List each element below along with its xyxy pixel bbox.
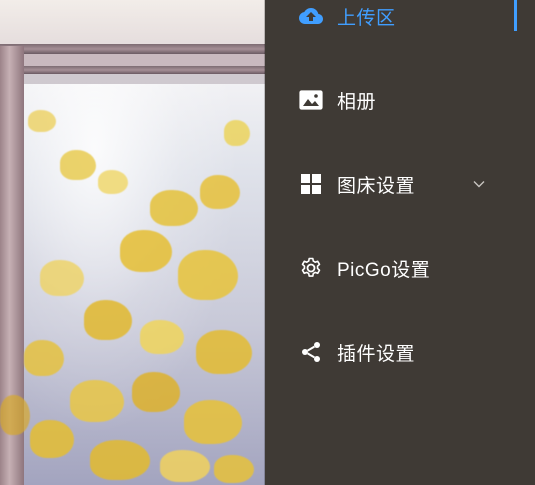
artwork-leaf (160, 450, 210, 482)
image-icon (299, 88, 323, 112)
sidebar-item-plugin-settings[interactable]: 插件设置 (265, 322, 535, 382)
artwork-leaf (120, 230, 172, 272)
artwork-leaf (24, 340, 64, 376)
artwork-leaf (140, 320, 184, 354)
sidebar-item-image-host-settings[interactable]: 图床设置 (265, 154, 535, 214)
artwork-window-beam (0, 44, 265, 54)
artwork-window-beam (0, 66, 265, 74)
artwork-leaf (132, 372, 180, 412)
artwork-leaf (84, 300, 132, 340)
artwork-sky-top (0, 0, 265, 46)
artwork-leaf (30, 420, 74, 458)
sidebar-item-label: 图床设置 (337, 175, 416, 197)
artwork-leaf (28, 110, 56, 132)
chevron-down-icon[interactable] (471, 176, 487, 192)
artwork-leaf (200, 175, 240, 209)
artwork-leaf (214, 455, 254, 483)
sidebar-menu: 上传区 相册 图床设置 PicGo设置 插件设置 (265, 0, 535, 485)
sidebar-item-upload[interactable]: 上传区 (265, 0, 535, 46)
artwork-leaf (150, 190, 198, 226)
share-icon (299, 340, 323, 364)
sidebar-item-label: 相册 (337, 91, 377, 113)
gear-icon (299, 256, 323, 280)
artwork-leaf (70, 380, 124, 422)
background-artwork (0, 0, 265, 485)
sidebar-item-gallery[interactable]: 相册 (265, 70, 535, 130)
artwork-leaf (40, 260, 84, 296)
sidebar-item-label: 上传区 (337, 7, 396, 29)
artwork-leaf (178, 250, 238, 300)
picgo-window: 上传区 相册 图床设置 PicGo设置 插件设置 (0, 0, 535, 485)
active-indicator (514, 0, 517, 31)
grid-icon (299, 172, 323, 196)
artwork-leaf (90, 440, 150, 480)
artwork-window-strip (0, 54, 265, 66)
upload-cloud-icon (299, 4, 323, 28)
artwork-leaf (196, 330, 252, 374)
sidebar-item-label: 插件设置 (337, 343, 416, 365)
artwork-leaf (184, 400, 242, 444)
artwork-leaf (98, 170, 128, 194)
artwork-leaf (60, 150, 96, 180)
sidebar-item-picgo-settings[interactable]: PicGo设置 (265, 238, 535, 298)
artwork-leaf (224, 120, 250, 146)
artwork-leaf (0, 395, 30, 435)
sidebar-item-label: PicGo设置 (337, 259, 431, 281)
